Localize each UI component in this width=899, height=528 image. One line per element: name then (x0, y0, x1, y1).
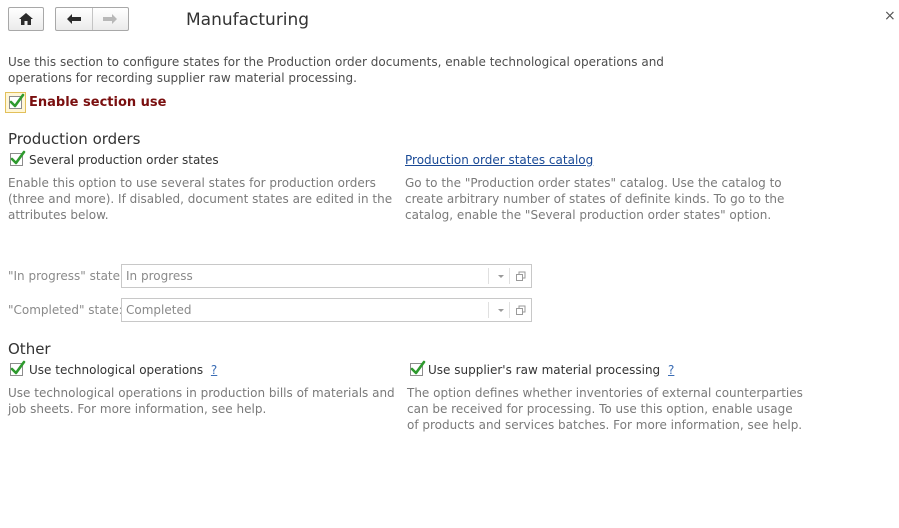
several-states-checkbox[interactable] (10, 150, 26, 166)
open-form-icon[interactable] (514, 268, 528, 284)
production-orders-heading: Production orders (8, 130, 141, 148)
tech-ops-label[interactable]: Use technological operations ? (29, 363, 217, 377)
arrow-left-icon (67, 14, 81, 24)
section-description: Use this section to configure states for… (8, 55, 664, 85)
divider (509, 302, 510, 318)
in-progress-value: In progress (126, 269, 193, 283)
enable-section-checkbox[interactable] (5, 92, 26, 113)
divider (488, 302, 489, 318)
arrow-right-icon (103, 14, 117, 24)
raw-material-help[interactable]: ? (668, 363, 674, 377)
checkmark-icon (10, 150, 26, 165)
in-progress-label: "In progress" state: (8, 269, 125, 283)
completed-value: Completed (126, 303, 192, 317)
several-states-hint: Enable this option to use several states… (8, 176, 393, 222)
home-button[interactable] (8, 7, 44, 31)
completed-label: "Completed" state: (8, 303, 123, 317)
forward-button[interactable] (93, 8, 128, 30)
tech-ops-hint: Use technological operations in producti… (8, 386, 395, 416)
enable-section-label[interactable]: Enable section use (29, 95, 166, 110)
raw-material-checkbox[interactable] (410, 360, 426, 376)
checkmark-icon (10, 360, 26, 375)
divider (509, 268, 510, 284)
checkmark-icon (410, 360, 426, 375)
raw-material-hint: The option defines whether inventories o… (407, 386, 803, 432)
page-title: Manufacturing (186, 10, 310, 30)
in-progress-field[interactable]: In progress (121, 264, 532, 288)
completed-field[interactable]: Completed (121, 298, 532, 322)
states-catalog-hint: Go to the "Production order states" cata… (405, 176, 785, 222)
back-button[interactable] (56, 8, 93, 30)
several-states-label[interactable]: Several production order states (29, 153, 219, 167)
checkmark-icon (9, 93, 25, 108)
enable-section-box (9, 93, 25, 109)
chevron-down-icon[interactable] (494, 302, 508, 318)
states-catalog-link[interactable]: Production order states catalog (405, 153, 593, 167)
close-icon[interactable]: × (884, 8, 896, 24)
home-icon (19, 13, 33, 25)
chevron-down-icon[interactable] (494, 268, 508, 284)
nav-buttons-group (55, 7, 129, 31)
tech-ops-checkbox[interactable] (10, 360, 26, 376)
divider (488, 268, 489, 284)
raw-material-text[interactable]: Use supplier's raw material processing (428, 363, 660, 377)
open-form-icon[interactable] (514, 302, 528, 318)
raw-material-label[interactable]: Use supplier's raw material processing ? (428, 363, 674, 377)
tech-ops-text[interactable]: Use technological operations (29, 363, 203, 377)
other-heading: Other (8, 340, 51, 358)
tech-ops-help[interactable]: ? (211, 363, 217, 377)
